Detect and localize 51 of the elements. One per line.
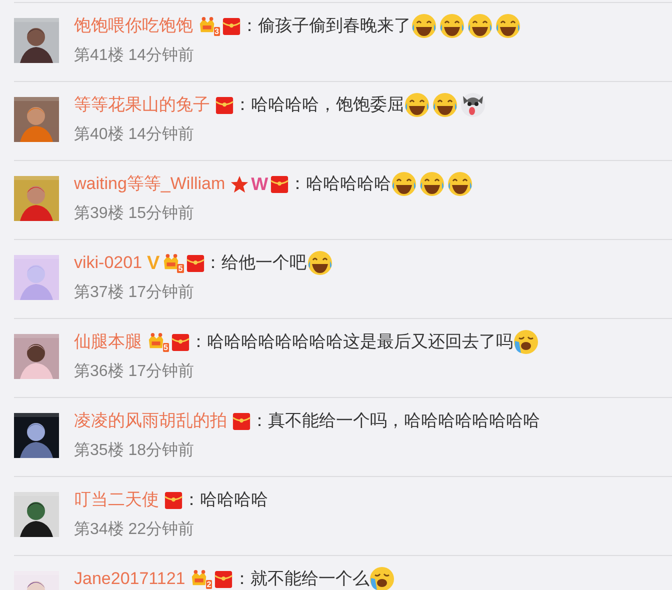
envelope-icon (215, 96, 234, 114)
crown-level-badge: 5 (162, 253, 184, 273)
comment-meta: 第39楼 15分钟前 (74, 204, 196, 224)
crown-level-badge: 5 (147, 332, 169, 352)
comment-text: ：就不能给一个么 (233, 568, 370, 590)
laughing-emoji-icon (306, 250, 333, 276)
comment-text: ：哈哈哈哈，饱饱委屈 (234, 94, 404, 116)
comment-meta: 第40楼 14分钟前 (74, 124, 196, 145)
laughing-emoji-icon (411, 13, 437, 39)
comment-text: ：偷孩子偷到春晚来了 (241, 15, 411, 38)
username-link[interactable]: waiting等等_William (74, 171, 226, 197)
comment-text: ：哈哈哈哈哈 (289, 173, 392, 196)
member-label: W (251, 175, 268, 193)
username-link[interactable]: Jane20171121 (74, 566, 186, 590)
envelope-icon (171, 332, 190, 352)
comment-meta: 第35楼 18分钟前 (74, 440, 196, 461)
comment-text: ：哈哈哈哈哈哈哈哈这是最后又还回去了吗 (190, 331, 513, 354)
laughing-emoji-icon (404, 92, 430, 118)
comment-meta: 第34楼 22分钟前 (74, 520, 196, 540)
crying-laughing-emoji-icon (369, 566, 396, 590)
username-link[interactable]: 等等花果山的兔子 (74, 92, 210, 118)
envelope-icon (164, 490, 183, 510)
comment-text: ：真不能给一个吗，哈哈哈哈哈哈哈哈 (251, 410, 540, 432)
username-link[interactable]: 仙腿本腿 (74, 329, 142, 355)
crown-level-badge: 3 (198, 16, 220, 36)
star-icon (230, 174, 250, 194)
envelope-icon (270, 174, 290, 194)
laughing-emoji-icon (432, 92, 458, 118)
laughing-emoji-icon (447, 171, 474, 197)
crying-laughing-emoji-icon (513, 329, 539, 355)
crown-level-badge: 2 (190, 569, 212, 589)
laughing-emoji-icon (467, 13, 493, 39)
laughing-emoji-icon (495, 13, 521, 39)
username-link[interactable]: 饱饱喂你吃饱饱 (74, 13, 193, 39)
comment-text: ：给他一个吧 (204, 252, 307, 274)
username-link[interactable]: viki-0201 (74, 250, 142, 276)
comment-meta: 第41楼 14分钟前 (74, 46, 196, 66)
envelope-icon (186, 254, 205, 272)
comment-text: ：哈哈哈哈 (183, 489, 268, 512)
dog-emoji-icon (460, 92, 486, 118)
laughing-emoji-icon (439, 13, 465, 39)
laughing-emoji-icon (391, 171, 418, 197)
username-link[interactable]: 叮当二天使 (74, 487, 159, 513)
verified-label: V (147, 254, 160, 272)
envelope-icon (222, 16, 241, 36)
envelope-icon (214, 570, 234, 588)
comment-meta: 第36楼 17分钟前 (74, 362, 196, 382)
username-link[interactable]: 凌凌的风雨胡乱的拍 (74, 408, 227, 434)
comment-meta: 第37楼 17分钟前 (74, 282, 196, 303)
laughing-emoji-icon (419, 171, 446, 197)
envelope-icon (232, 412, 251, 430)
